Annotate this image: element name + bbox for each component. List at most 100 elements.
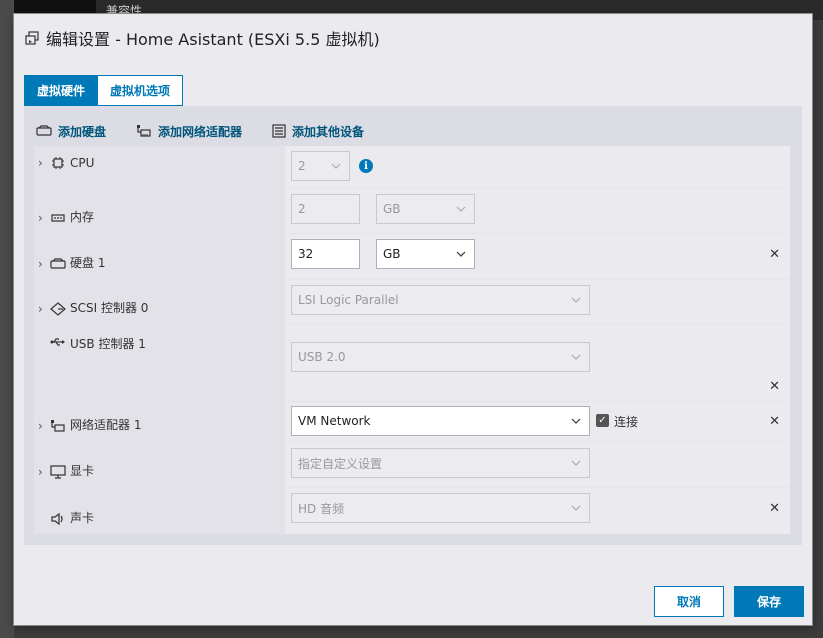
video-label: 显卡	[70, 464, 95, 478]
usb-type-value: USB 2.0	[298, 350, 346, 364]
chevron-down-icon	[571, 297, 581, 303]
video-label-cell[interactable]: › 显卡	[34, 442, 285, 487]
cpu-icon	[50, 156, 66, 170]
remove-sound-icon[interactable]: ✕	[769, 501, 780, 516]
expand-chevron-icon[interactable]: ›	[38, 257, 50, 271]
remove-disk-icon[interactable]: ✕	[769, 247, 780, 262]
memory-label: 内存	[70, 210, 95, 224]
chevron-down-icon	[571, 418, 581, 424]
scsi-controller-icon	[50, 302, 66, 316]
chevron-down-icon	[456, 251, 466, 257]
disk-label: 硬盘 1	[70, 256, 106, 270]
hardware-row-scsi: › SCSI 控制器 0 LSI Logic Parallel	[34, 280, 790, 325]
hardware-list: › CPU 2 i › 内存 2 GB › 硬盘 1 32 GB ✕ › SCS…	[34, 146, 790, 534]
expand-chevron-icon[interactable]: ›	[38, 302, 50, 316]
memory-unit-select[interactable]: GB	[376, 194, 475, 224]
expand-chevron-icon[interactable]: ›	[38, 419, 50, 433]
memory-size-input[interactable]: 2	[291, 194, 360, 224]
disk-size-input[interactable]: 32	[291, 239, 360, 269]
disk-icon	[50, 257, 66, 271]
cpu-label-cell[interactable]: › CPU	[34, 146, 285, 187]
usb-label: USB 控制器 1	[70, 337, 146, 351]
info-icon[interactable]: i	[359, 159, 373, 173]
usb-label-cell: USB 控制器 1	[34, 325, 285, 401]
chevron-down-icon	[331, 163, 341, 169]
add-other-label: 添加其他设备	[292, 124, 365, 139]
dialog-titlebar: 编辑设置 - Home Asistant (ESXi 5.5 虚拟机)	[14, 14, 812, 62]
remove-usb-icon[interactable]: ✕	[769, 379, 780, 394]
nic-label-cell[interactable]: › 网络适配器 1	[34, 402, 285, 441]
network-adapter-icon	[137, 125, 151, 137]
hardware-toolbar: 添加硬盘 添加网络适配器 添加其他设备	[36, 116, 394, 146]
memory-label-cell[interactable]: › 内存	[34, 188, 285, 233]
chevron-down-icon	[571, 505, 581, 511]
scsi-type-value: LSI Logic Parallel	[298, 293, 399, 307]
memory-icon	[50, 211, 66, 225]
add-other-device-button[interactable]: 添加其他设备	[272, 123, 364, 140]
connect-checkbox[interactable]: ✓	[596, 414, 609, 427]
sound-label: 声卡	[70, 511, 95, 525]
cancel-button[interactable]: 取消	[654, 586, 724, 617]
disk-unit-select[interactable]: GB	[376, 239, 475, 269]
add-nic-label: 添加网络适配器	[158, 124, 243, 139]
add-disk-label: 添加硬盘	[58, 124, 107, 139]
add-disk-button[interactable]: 添加硬盘	[36, 123, 106, 140]
hardware-row-disk: › 硬盘 1 32 GB ✕	[34, 234, 790, 280]
memory-size-value: 2	[298, 202, 306, 216]
nic-label: 网络适配器 1	[70, 418, 142, 432]
scsi-value-cell: LSI Logic Parallel	[285, 280, 790, 324]
scsi-label-cell[interactable]: › SCSI 控制器 0	[34, 280, 285, 324]
tab-vm-options[interactable]: 虚拟机选项	[98, 75, 184, 106]
usb-value-cell: USB 2.0 ✕	[285, 325, 790, 401]
cpu-value-cell: 2 i	[285, 146, 790, 187]
edit-settings-dialog: 编辑设置 - Home Asistant (ESXi 5.5 虚拟机) 虚拟硬件…	[14, 14, 812, 625]
usb-icon	[50, 335, 66, 349]
video-settings-select[interactable]: 指定自定义设置	[291, 448, 590, 478]
disk-value-cell: 32 GB ✕	[285, 234, 790, 279]
sound-label-cell: 声卡	[34, 488, 285, 534]
background-edge	[0, 0, 14, 638]
sound-type-select[interactable]: HD 音频	[291, 493, 590, 523]
hardware-row-sound: 声卡 HD 音频 ✕	[34, 488, 790, 534]
hardware-panel: 添加硬盘 添加网络适配器 添加其他设备 › CPU 2 i › 内存 2 GB …	[24, 106, 802, 545]
disk-icon	[36, 125, 52, 136]
expand-chevron-icon[interactable]: ›	[38, 211, 50, 225]
chevron-down-icon	[456, 206, 466, 212]
tab-bar: 虚拟硬件 虚拟机选项	[24, 75, 184, 106]
cpu-label: CPU	[70, 156, 95, 170]
memory-value-cell: 2 GB	[285, 188, 790, 233]
hardware-row-cpu: › CPU 2 i	[34, 146, 790, 188]
scsi-type-select[interactable]: LSI Logic Parallel	[291, 285, 590, 315]
tab-virtual-hardware[interactable]: 虚拟硬件	[24, 75, 99, 106]
cpu-count-value: 2	[298, 159, 306, 173]
video-value-cell: 指定自定义设置	[285, 442, 790, 487]
chevron-down-icon	[571, 354, 581, 360]
chevron-down-icon	[571, 460, 581, 466]
add-nic-button[interactable]: 添加网络适配器	[136, 123, 242, 140]
hardware-row-nic: › 网络适配器 1 VM Network ✓ 连接 ✕	[34, 402, 790, 442]
sound-value-cell: HD 音频 ✕	[285, 488, 790, 534]
save-button[interactable]: 保存	[734, 586, 804, 617]
video-settings-value: 指定自定义设置	[298, 456, 383, 471]
monitor-icon	[50, 465, 66, 479]
expand-chevron-icon[interactable]: ›	[38, 156, 50, 170]
dialog-title: 编辑设置 - Home Asistant (ESXi 5.5 虚拟机)	[46, 30, 380, 49]
vm-edit-icon	[25, 31, 39, 45]
hardware-row-video: › 显卡 指定自定义设置	[34, 442, 790, 488]
nic-value-cell: VM Network ✓ 连接 ✕	[285, 402, 790, 441]
memory-unit-value: GB	[383, 202, 401, 216]
speaker-icon	[50, 512, 66, 526]
disk-size-value: 32	[298, 247, 314, 261]
disk-unit-value: GB	[383, 247, 401, 261]
hardware-row-memory: › 内存 2 GB	[34, 188, 790, 234]
connect-label: 连接	[614, 415, 639, 429]
usb-type-select[interactable]: USB 2.0	[291, 342, 590, 372]
expand-chevron-icon[interactable]: ›	[38, 465, 50, 479]
hardware-row-usb: USB 控制器 1 USB 2.0 ✕	[34, 325, 790, 402]
network-adapter-icon	[50, 419, 66, 433]
remove-nic-icon[interactable]: ✕	[769, 414, 780, 429]
scsi-label: SCSI 控制器 0	[70, 301, 149, 315]
cpu-count-select[interactable]: 2	[291, 151, 350, 181]
disk-label-cell[interactable]: › 硬盘 1	[34, 234, 285, 279]
network-select[interactable]: VM Network	[291, 406, 590, 436]
